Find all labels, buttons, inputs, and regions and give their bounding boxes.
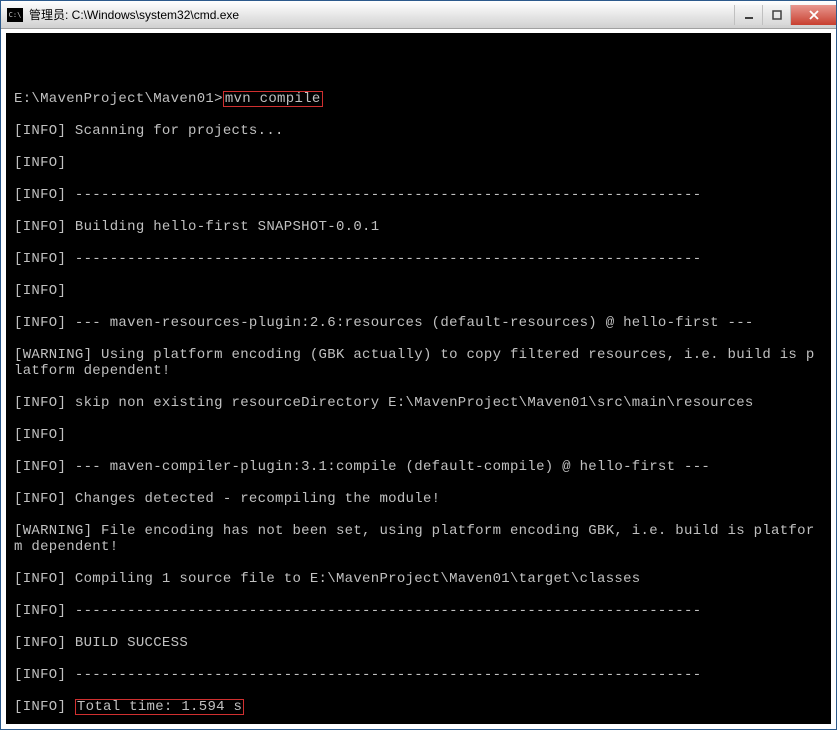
titlebar[interactable]: 管理员: C:\Windows\system32\cmd.exe bbox=[1, 1, 836, 29]
output-line: [INFO] bbox=[14, 427, 823, 443]
output-line: [INFO] ---------------------------------… bbox=[14, 667, 823, 683]
output-line: [INFO] Compiling 1 source file to E:\Mav… bbox=[14, 571, 823, 587]
window-title: 管理员: C:\Windows\system32\cmd.exe bbox=[29, 6, 734, 23]
output-line: [WARNING] Using platform encoding (GBK a… bbox=[14, 347, 823, 379]
output-line: [INFO] BUILD SUCCESS bbox=[14, 635, 823, 651]
terminal[interactable]: E:\MavenProject\Maven01>mvn compile [INF… bbox=[1, 29, 836, 729]
cmd-icon bbox=[7, 8, 23, 22]
maximize-button[interactable] bbox=[762, 5, 790, 25]
output-line: [INFO] Changes detected - recompiling th… bbox=[14, 491, 823, 507]
output-line: [INFO] Building hello-first SNAPSHOT-0.0… bbox=[14, 219, 823, 235]
output-line: [WARNING] File encoding has not been set… bbox=[14, 523, 823, 555]
minimize-button[interactable] bbox=[734, 5, 762, 25]
output-line: [INFO] ---------------------------------… bbox=[14, 603, 823, 619]
output-line: [INFO] Scanning for projects... bbox=[14, 123, 823, 139]
highlighted-command: mvn compile bbox=[223, 91, 323, 107]
cmd-window: 管理员: C:\Windows\system32\cmd.exe E:\Mave… bbox=[0, 0, 837, 730]
output-prefix: [INFO] bbox=[14, 699, 75, 715]
close-icon bbox=[809, 10, 819, 20]
output-line: [INFO] ---------------------------------… bbox=[14, 187, 823, 203]
output-line: [INFO] bbox=[14, 155, 823, 171]
window-controls bbox=[734, 5, 836, 25]
output-line: [INFO] skip non existing resourceDirecto… bbox=[14, 395, 823, 411]
terminal-output: E:\MavenProject\Maven01>mvn compile [INF… bbox=[14, 43, 823, 729]
maximize-icon bbox=[772, 10, 782, 20]
close-button[interactable] bbox=[790, 5, 836, 25]
highlighted-time: Total time: 1.594 s bbox=[75, 699, 244, 715]
output-line: [INFO] --- maven-compiler-plugin:3.1:com… bbox=[14, 459, 823, 475]
output-line: [INFO] ---------------------------------… bbox=[14, 251, 823, 267]
prompt: E:\MavenProject\Maven01> bbox=[14, 91, 223, 107]
output-line: [INFO] --- maven-resources-plugin:2.6:re… bbox=[14, 315, 823, 331]
output-line: [INFO] bbox=[14, 283, 823, 299]
minimize-icon bbox=[744, 10, 754, 20]
